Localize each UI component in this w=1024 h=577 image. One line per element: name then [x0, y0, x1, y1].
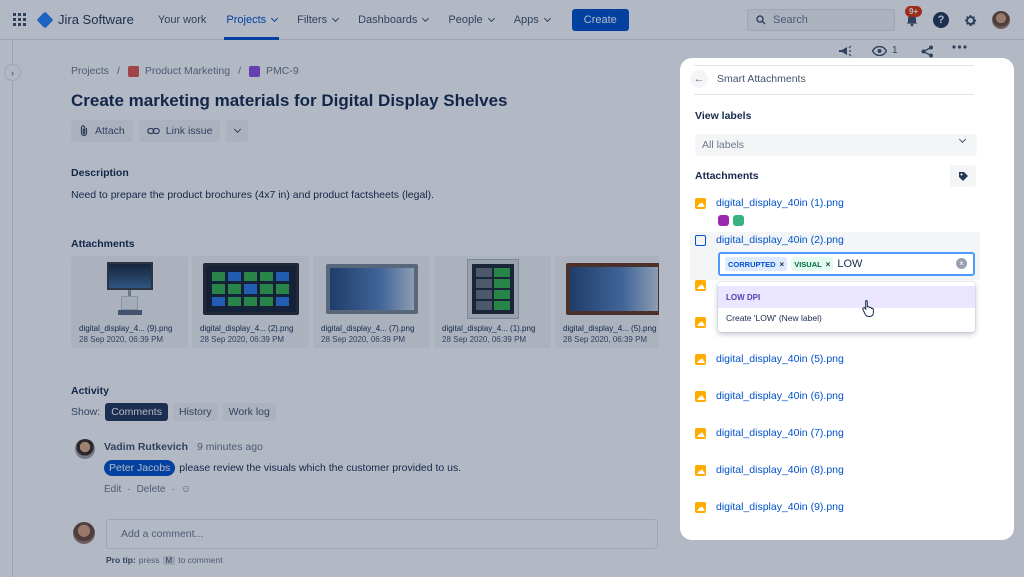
create-label-option[interactable]: Create 'LOW' (New label)	[718, 307, 975, 329]
panel-title: Smart Attachments	[717, 73, 806, 85]
attachment-file-link[interactable]: digital_display_40in (5).png	[695, 353, 844, 365]
image-file-icon	[695, 390, 706, 402]
label-suggestions-dropdown: LOW DPI Create 'LOW' (New label)	[718, 282, 975, 332]
attachment-file-link[interactable]: digital_display_40in (7).png	[695, 427, 844, 439]
label-chip: CORRUPTED ×	[725, 257, 788, 271]
label-input-field[interactable]: CORRUPTED × VISUAL × LOW ×	[718, 252, 975, 276]
attachment-file-link[interactable]: digital_display_40in (9).png	[695, 501, 844, 513]
image-file-icon	[695, 280, 716, 291]
image-file-icon	[695, 501, 706, 513]
back-arrow-icon[interactable]: ←	[690, 70, 708, 88]
labels-select-value: All labels	[702, 139, 745, 151]
image-file-icon	[695, 427, 706, 439]
image-file-icon	[695, 353, 706, 365]
attachment-file-link[interactable]: digital_display_40in (2).png	[695, 234, 844, 246]
panel-header: ← Smart Attachments	[690, 70, 806, 88]
remove-chip-icon[interactable]: ×	[780, 260, 785, 269]
image-file-icon	[695, 197, 706, 209]
view-labels-heading: View labels	[695, 110, 752, 122]
chevron-down-icon	[958, 135, 967, 144]
label-tag-button[interactable]	[950, 165, 976, 187]
attachment-file-link[interactable]: digital_display_40in (6).png	[695, 390, 844, 402]
label-chip: VISUAL ×	[791, 257, 834, 271]
divider	[694, 65, 974, 66]
remove-chip-icon[interactable]: ×	[826, 260, 831, 269]
divider	[694, 94, 974, 95]
hand-cursor-icon	[862, 299, 874, 317]
attachment-labels	[718, 215, 744, 226]
tag-icon	[958, 171, 968, 181]
label-color-dot[interactable]	[718, 215, 729, 226]
attachments-heading: Attachments	[695, 170, 759, 182]
typed-text: LOW	[837, 258, 863, 270]
image-file-icon	[695, 317, 716, 328]
image-file-icon	[695, 464, 706, 476]
clear-input-icon[interactable]: ×	[956, 258, 967, 269]
label-option[interactable]: LOW DPI	[718, 286, 975, 308]
label-color-dot[interactable]	[733, 215, 744, 226]
attachment-file-link[interactable]: digital_display_40in (8).png	[695, 464, 844, 476]
select-checkbox[interactable]	[695, 234, 706, 246]
labels-filter-select[interactable]: All labels	[695, 134, 977, 156]
smart-attachments-panel: ← Smart Attachments View labels All labe…	[680, 58, 1014, 540]
attachment-file-link[interactable]: digital_display_40in (1).png	[695, 197, 844, 209]
